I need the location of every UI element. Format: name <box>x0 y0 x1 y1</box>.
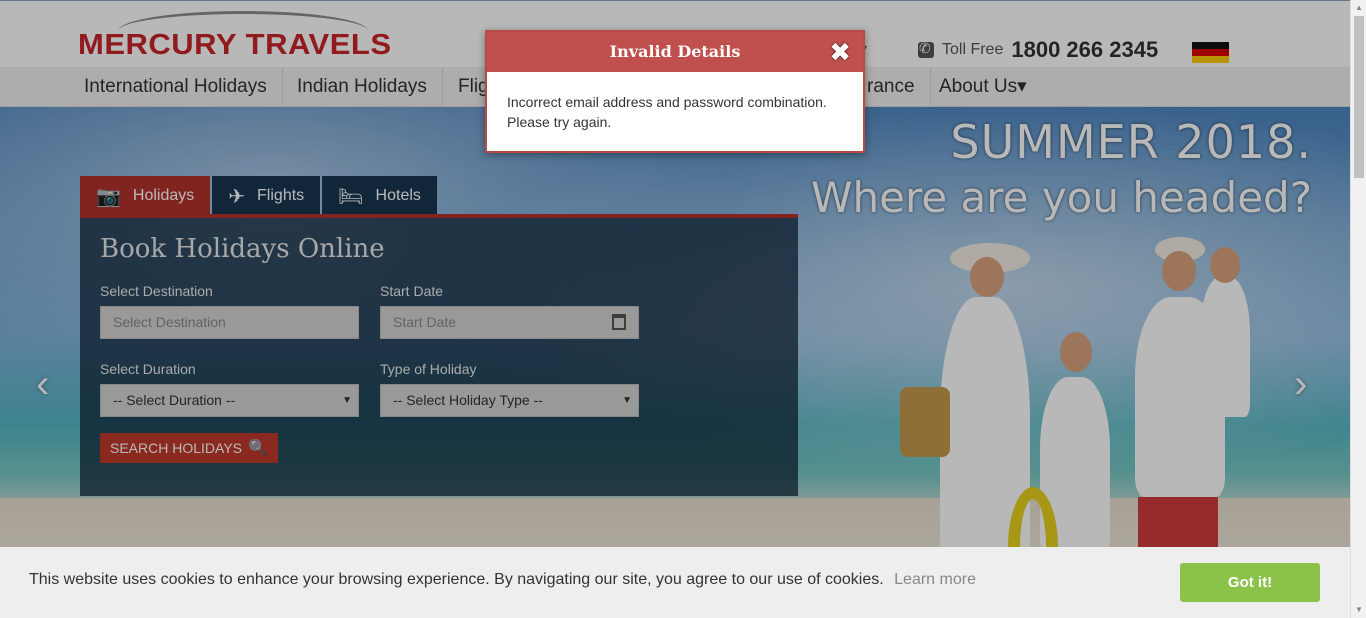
learn-more-link[interactable]: Learn more <box>894 571 976 588</box>
modal-title: Invalid Details <box>609 42 741 61</box>
cookie-text: This website uses cookies to enhance you… <box>29 571 884 588</box>
cookie-accept-button[interactable]: Got it! <box>1180 563 1320 602</box>
modal-message: Incorrect email address and password com… <box>507 94 827 130</box>
close-icon[interactable]: ✖ <box>829 33 851 73</box>
cookie-banner: This website uses cookies to enhance you… <box>0 547 1350 618</box>
scroll-thumb[interactable] <box>1354 16 1364 178</box>
cookie-message: This website uses cookies to enhance you… <box>29 571 976 589</box>
modal-header: Invalid Details ✖ <box>487 32 863 72</box>
invalid-details-modal: Invalid Details ✖ Incorrect email addres… <box>485 30 865 153</box>
scroll-down-icon[interactable]: ▼ <box>1355 605 1363 614</box>
page-scrollbar[interactable]: ▲ ▼ <box>1350 0 1366 618</box>
scroll-up-icon[interactable]: ▲ <box>1355 3 1363 12</box>
